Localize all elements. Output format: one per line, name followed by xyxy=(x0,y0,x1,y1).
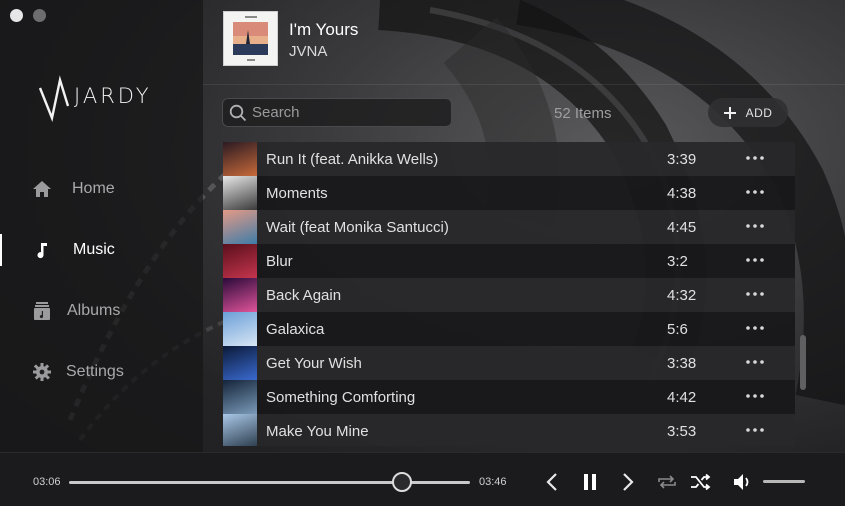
sidebar-item-label: Home xyxy=(72,180,115,197)
track-list: Run It (feat. Anikka Wells) 3:39 Moments 4:… xyxy=(223,142,795,446)
progress-handle[interactable] xyxy=(391,472,412,492)
music-note-icon xyxy=(32,240,52,260)
chevron-left-icon xyxy=(546,473,557,491)
track-title: Moments xyxy=(266,184,328,202)
shuffle-button[interactable] xyxy=(689,470,713,494)
header-divider xyxy=(203,84,845,85)
track-artwork xyxy=(223,312,257,346)
shuffle-icon xyxy=(691,474,711,490)
track-duration: 5:6 xyxy=(667,320,688,338)
brand-logo: JARDY xyxy=(38,70,152,122)
logo-mark-icon xyxy=(38,75,70,122)
sidebar: JARDY Home Music Albums Settings xyxy=(0,0,203,452)
track-title: Wait (feat Monika Santucci) xyxy=(266,218,449,236)
speaker-icon xyxy=(734,474,749,490)
previous-button[interactable] xyxy=(540,470,564,494)
add-button-label: ADD xyxy=(745,105,773,120)
more-options-icon[interactable] xyxy=(745,252,765,268)
track-duration: 3:39 xyxy=(667,150,697,168)
sidebar-item-music[interactable]: Music xyxy=(0,230,203,270)
table-row[interactable]: Get Your Wish 3:38 xyxy=(223,346,795,380)
track-artwork xyxy=(223,380,257,414)
track-duration: 3:2 xyxy=(667,252,688,270)
more-options-icon[interactable] xyxy=(745,184,765,200)
sidebar-item-label: Albums xyxy=(67,302,121,319)
table-row[interactable]: Something Comforting 4:42 xyxy=(223,380,795,414)
table-row[interactable]: Wait (feat Monika Santucci) 4:45 xyxy=(223,210,795,244)
track-duration: 4:32 xyxy=(667,286,697,304)
track-title: Run It (feat. Anikka Wells) xyxy=(266,150,439,168)
table-row[interactable]: Back Again 4:32 xyxy=(223,278,795,312)
track-artwork xyxy=(223,278,257,312)
sidebar-item-label: Music xyxy=(73,241,115,258)
gear-icon xyxy=(32,362,52,382)
next-button[interactable] xyxy=(616,470,640,494)
repeat-button[interactable] xyxy=(655,470,679,494)
track-duration: 3:38 xyxy=(667,354,697,372)
track-duration: 4:45 xyxy=(667,218,697,236)
window-minimize-dot[interactable] xyxy=(33,9,46,22)
home-icon xyxy=(32,179,52,199)
brand-name: JARDY xyxy=(74,84,152,108)
chevron-right-icon xyxy=(623,473,634,491)
search-icon xyxy=(229,104,247,121)
more-options-icon[interactable] xyxy=(745,286,765,302)
add-button[interactable]: ADD xyxy=(708,98,788,127)
track-title: Blur xyxy=(266,252,293,270)
more-options-icon[interactable] xyxy=(745,320,765,336)
track-artwork xyxy=(223,176,257,210)
sidebar-item-settings[interactable]: Settings xyxy=(0,352,203,392)
now-playing-title: I'm Yours xyxy=(289,20,359,39)
pause-icon xyxy=(584,474,596,490)
scrollbar-thumb[interactable] xyxy=(800,335,806,390)
track-artwork xyxy=(223,414,257,446)
track-artwork xyxy=(223,210,257,244)
track-duration: 4:42 xyxy=(667,388,697,406)
table-row[interactable]: Make You Mine 3:53 xyxy=(223,414,795,446)
total-time: 03:46 xyxy=(479,476,507,488)
repeat-icon xyxy=(658,475,676,489)
track-title: Back Again xyxy=(266,286,342,304)
track-artwork xyxy=(223,346,257,380)
table-row[interactable]: Moments 4:38 xyxy=(223,176,795,210)
track-artwork xyxy=(223,244,257,278)
sidebar-item-home[interactable]: Home xyxy=(0,169,203,209)
more-options-icon[interactable] xyxy=(745,354,765,370)
items-count: 52 Items xyxy=(554,105,612,122)
more-options-icon[interactable] xyxy=(745,422,765,438)
player-bar: 03:06 03:46 xyxy=(0,452,845,506)
now-playing-artwork xyxy=(223,11,278,66)
sidebar-item-albums[interactable]: Albums xyxy=(0,291,203,331)
track-title: Make You Mine xyxy=(266,422,369,440)
album-icon xyxy=(32,301,52,321)
window-controls xyxy=(10,9,46,22)
table-row[interactable]: Blur 3:2 xyxy=(223,244,795,278)
more-options-icon[interactable] xyxy=(745,388,765,404)
search-input[interactable] xyxy=(252,104,442,121)
track-duration: 4:38 xyxy=(667,184,697,202)
pause-button[interactable] xyxy=(578,470,602,494)
more-options-icon[interactable] xyxy=(745,218,765,234)
window-close-dot[interactable] xyxy=(10,9,23,22)
sidebar-item-label: Settings xyxy=(66,363,124,380)
track-artwork xyxy=(223,142,257,176)
plus-icon xyxy=(723,106,736,119)
track-duration: 3:53 xyxy=(667,422,697,440)
table-row[interactable]: Run It (feat. Anikka Wells) 3:39 xyxy=(223,142,795,176)
now-playing-artist: JVNA xyxy=(289,43,328,60)
volume-button[interactable] xyxy=(732,470,756,494)
volume-slider[interactable] xyxy=(763,480,805,483)
search-box[interactable] xyxy=(222,98,452,127)
track-title: Something Comforting xyxy=(266,388,416,406)
more-options-icon[interactable] xyxy=(745,150,765,166)
table-row[interactable]: Galaxica 5:6 xyxy=(223,312,795,346)
track-title: Galaxica xyxy=(266,320,325,338)
track-title: Get Your Wish xyxy=(266,354,362,372)
current-time: 03:06 xyxy=(33,476,61,488)
